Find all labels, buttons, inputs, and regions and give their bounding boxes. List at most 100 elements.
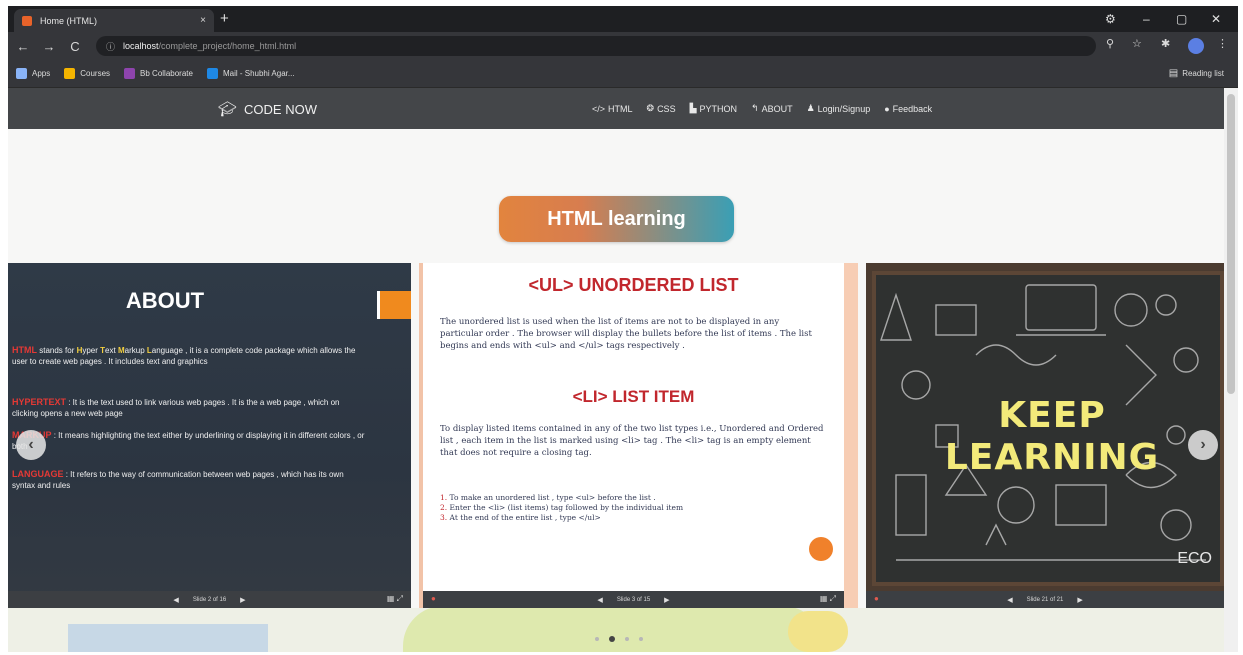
slide-about[interactable]: ABOUT HTML stands for Hyper Text Markup … (8, 263, 411, 608)
tab-close-icon[interactable]: × (200, 15, 206, 26)
about-paragraph: MARKUP : It means highlighting the text … (12, 430, 367, 452)
chalkboard-image: KEEP LEARNING ECO (872, 271, 1224, 586)
bookmark-star-icon[interactable]: ☆ (1132, 37, 1142, 50)
slide-counter: Slide 21 of 21 (1026, 596, 1064, 603)
slide-next-icon[interactable]: ▶ (1077, 596, 1082, 604)
screen: Home (HTML) × + ⚙ – ▢ ✕ ← → C ⓘ localhos… (8, 6, 1238, 652)
carousel-dot[interactable] (595, 637, 599, 641)
brand-name: CODE NOW (244, 101, 317, 117)
slide-prev-icon[interactable]: ◀ (1007, 596, 1012, 604)
fullscreen-icon[interactable]: ▦ ⤢ (387, 594, 403, 604)
slide-prev-icon[interactable]: ◀ (173, 596, 178, 604)
new-tab-button[interactable]: + (220, 10, 229, 28)
browser-tab[interactable]: Home (HTML) × (14, 9, 214, 32)
bookmark-courses[interactable]: Courses (64, 68, 110, 79)
slide-next-icon[interactable]: ▶ (240, 596, 245, 604)
nav-link-label: HTML (608, 103, 633, 114)
carousel-indicators (590, 636, 648, 642)
list-item: 1. To make an unordered list , type <ul>… (440, 493, 824, 503)
nav-link-about[interactable]: ↰ ABOUT (751, 103, 793, 114)
nav-link-css[interactable]: ❂ CSS (647, 103, 676, 114)
window-maximize-button[interactable]: ▢ (1176, 10, 1187, 28)
slide-keep-learning[interactable]: KEEP LEARNING ECO ● ◀ Slide 21 of 21 ▶ (866, 263, 1224, 608)
slide-footer: ● ◀ Slide 3 of 15 ▶ ▦ ⤢ (423, 591, 844, 608)
embed-logo-icon: ● (874, 594, 879, 603)
window-minimize-button[interactable]: – (1143, 10, 1150, 28)
keyword: HTML (12, 345, 37, 355)
slide-lists[interactable]: <UL> UNORDERED LIST The unordered list i… (419, 263, 858, 608)
nav-link-python[interactable]: ▙ PYTHON (690, 103, 737, 114)
about-paragraph: HTML stands for Hyper Text Markup Langua… (12, 345, 367, 367)
background-decoration (68, 624, 268, 652)
bookmark-apps[interactable]: Apps (16, 68, 50, 79)
user-icon: ♟ (806, 103, 815, 113)
background-decoration (403, 606, 823, 652)
browser-menu-icon[interactable]: ⋮ (1217, 37, 1228, 50)
carousel-dot[interactable] (625, 637, 629, 641)
tab-title: Home (HTML) (40, 15, 98, 26)
brand-logo[interactable]: 🎓︎ CODE NOW (218, 100, 317, 118)
embed-logo-icon: ● (431, 594, 436, 603)
text: yper (82, 346, 101, 355)
bookmark-bb-collaborate[interactable]: Bb Collaborate (124, 68, 193, 79)
carousel-prev-button[interactable]: ‹ (16, 430, 46, 460)
slide-footer: ● ◀ Slide 21 of 21 ▶ (866, 591, 1224, 608)
nav-links: </> HTML ❂ CSS ▙ PYTHON ↰ ABOUT ♟ Login/… (592, 103, 946, 114)
window-close-button[interactable]: ✕ (1211, 10, 1221, 28)
bookmark-label: Bb Collaborate (140, 69, 193, 78)
step-text: At the end of the entire list , type </u… (447, 513, 601, 522)
zoom-search-icon[interactable]: ⚲ (1106, 37, 1114, 50)
text: ext (105, 346, 118, 355)
ul-title: <UL> UNORDERED LIST (528, 275, 739, 295)
nav-link-label: PYTHON (699, 103, 738, 114)
hl: M (117, 346, 125, 355)
text: : It means highlighting the text either … (12, 431, 365, 451)
bb-collaborate-icon (124, 68, 136, 79)
carousel-next-button[interactable]: › (1188, 430, 1218, 460)
reading-list-button[interactable]: ▤ Reading list (1169, 68, 1224, 79)
step-text: To make an unordered list , type <ul> be… (447, 493, 656, 502)
browser-tabstrip: Home (HTML) × + ⚙ – ▢ ✕ (8, 6, 1238, 32)
about-title: ABOUT (125, 288, 205, 313)
text: stands for (37, 346, 77, 355)
slide-prev-icon[interactable]: ◀ (597, 596, 602, 604)
page-scroll-thumb[interactable] (1227, 94, 1235, 394)
css-icon: ❂ (646, 103, 655, 113)
reload-button[interactable]: C (64, 39, 86, 54)
back-button[interactable]: ← (12, 39, 34, 54)
carousel-dot[interactable] (639, 637, 643, 641)
nav-link-label: CSS (657, 103, 676, 114)
text: anguage (151, 346, 183, 355)
url-host: localhost (123, 41, 159, 51)
steps-list: 1. To make an unordered list , type <ul>… (440, 493, 824, 523)
bookmark-mail[interactable]: Mail - Shubhi Agar... (206, 68, 295, 79)
nav-link-html[interactable]: </> HTML (592, 104, 633, 114)
slide-next-icon[interactable]: ▶ (664, 596, 669, 604)
forward-button[interactable]: → (38, 39, 60, 54)
window-settings-icon[interactable]: ⚙ (1105, 10, 1116, 28)
profile-avatar[interactable] (1188, 38, 1204, 54)
about-paragraph: LANGUAGE : It refers to the way of commu… (12, 469, 367, 491)
graduation-cap-icon: 🎓︎ (218, 101, 238, 118)
carousel-dot-active[interactable] (609, 636, 615, 642)
site-navbar: 🎓︎ CODE NOW </> HTML ❂ CSS ▙ PYTHON ↰ AB… (8, 88, 1224, 129)
bookmark-label: Apps (32, 69, 51, 78)
html-favicon-icon (22, 15, 32, 26)
nav-link-login-signup[interactable]: ♟ Login/Signup (807, 103, 871, 114)
bookmark-label: Mail - Shubhi Agar... (222, 69, 295, 78)
address-bar[interactable]: ⓘ localhost /complete_project/home_html.… (96, 36, 1096, 56)
fullscreen-icon[interactable]: ▦ ⤢ (820, 594, 836, 604)
keyword: LANGUAGE (12, 469, 64, 479)
orange-decoration (809, 537, 833, 561)
list-item: 3. At the end of the entire list , type … (440, 513, 824, 523)
browser-toolbar: ← → C ⓘ localhost /complete_project/home… (8, 32, 1238, 60)
file-icon: ▙ (689, 103, 697, 113)
ul-description: The unordered list is used when the list… (440, 317, 812, 351)
extensions-icon[interactable]: ✱ (1161, 37, 1170, 50)
keep-line: KEEP (998, 395, 1106, 436)
about-body: HTML stands for Hyper Text Markup Langua… (12, 345, 367, 508)
mail-icon (206, 68, 218, 79)
slide-footer: ◀ Slide 2 of 16 ▶ ▦ ⤢ (8, 591, 411, 608)
nav-link-feedback[interactable]: ● Feedback (884, 104, 932, 114)
site-info-icon[interactable]: ⓘ (106, 40, 115, 53)
